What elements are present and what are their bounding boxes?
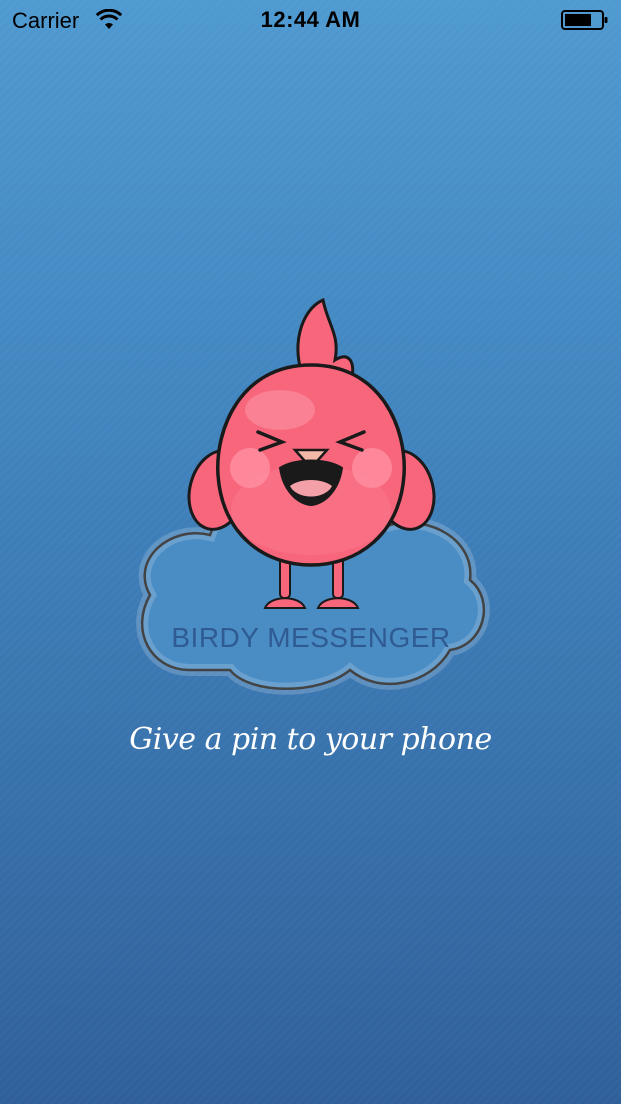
status-time: 12:44 AM xyxy=(260,7,361,32)
status-bar: Carrier 12:44 AM xyxy=(0,0,621,40)
brand-name: BIRDY MESSENGER xyxy=(171,622,451,653)
battery-icon xyxy=(561,10,608,30)
tagline: Give a pin to your phone xyxy=(129,722,492,757)
